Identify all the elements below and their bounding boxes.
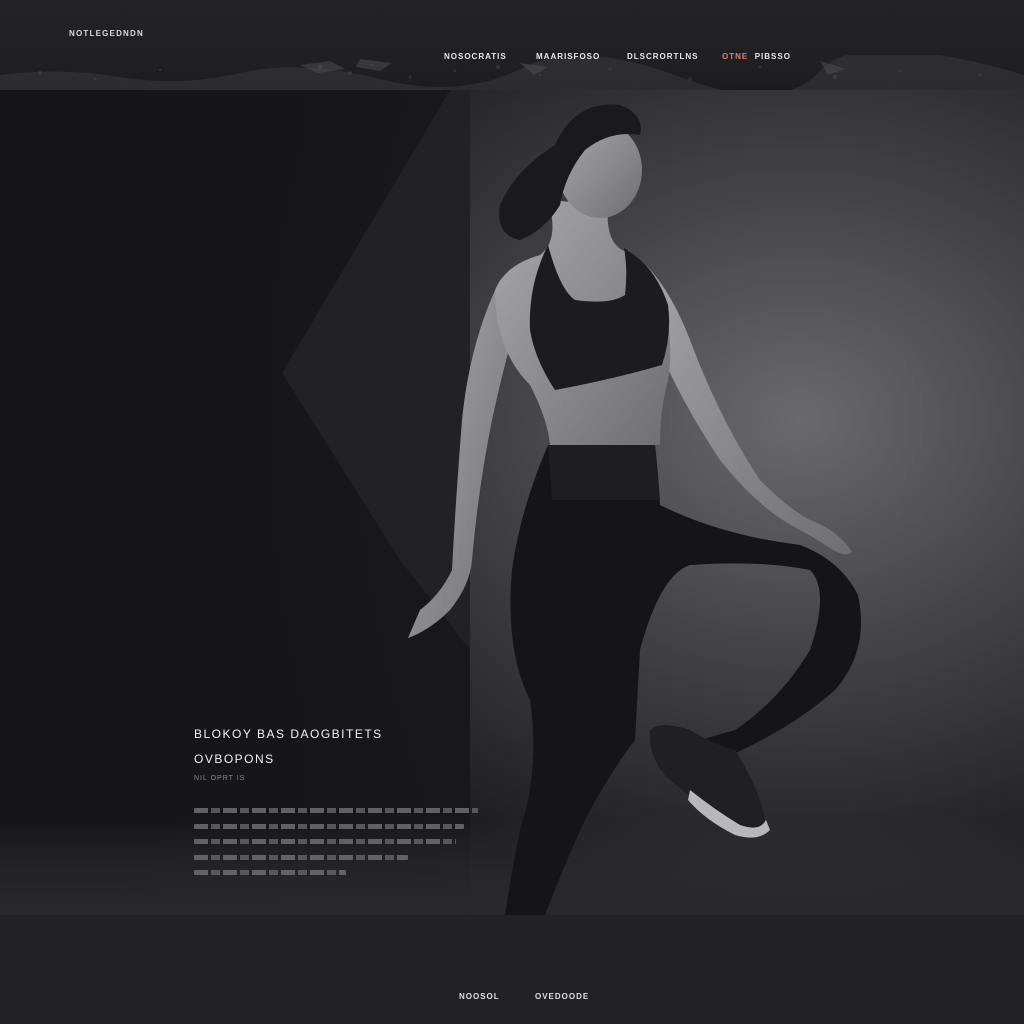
nav-item-4[interactable]: OTNE PIBSSO bbox=[722, 52, 791, 61]
nav-item-4-accent: OTNE bbox=[722, 52, 749, 61]
site-logo[interactable]: NOTLEGEDNDN bbox=[69, 29, 144, 38]
hero-body-text bbox=[194, 808, 484, 886]
footer-link-1[interactable]: NOOSOL bbox=[459, 992, 500, 1001]
hero-section: BLOKOY BAS DAOGBITETS OVBOPONS NIL OPRT … bbox=[0, 90, 1024, 915]
hero-headline-line-1: BLOKOY BAS DAOGBITETS bbox=[194, 727, 383, 741]
nav-item-2[interactable]: MAARISFOSO bbox=[536, 52, 600, 61]
footer-link-2[interactable]: OVEDOODE bbox=[535, 992, 589, 1001]
body-line-3 bbox=[194, 839, 456, 844]
site-footer bbox=[0, 915, 1024, 1024]
nav-item-3[interactable]: DLSCRORTLNS bbox=[627, 52, 698, 61]
body-line-1 bbox=[194, 808, 478, 813]
grunge-texture bbox=[0, 55, 1024, 90]
hero-headline: BLOKOY BAS DAOGBITETS OVBOPONS bbox=[194, 722, 494, 772]
body-line-4 bbox=[194, 854, 408, 860]
site-header: NOTLEGEDNDN NOSOCRATIS MAARISFOSO DLSCRO… bbox=[0, 0, 1024, 90]
hero-background bbox=[0, 90, 1024, 915]
body-line-2 bbox=[194, 823, 464, 829]
hero-subline: NIL OPRT IS bbox=[194, 775, 246, 782]
body-line-5 bbox=[194, 870, 346, 875]
hero-headline-line-2: OVBOPONS bbox=[194, 752, 275, 766]
nav-item-1[interactable]: NOSOCRATIS bbox=[444, 52, 507, 61]
nav-item-4-label: PIBSSO bbox=[754, 52, 791, 61]
